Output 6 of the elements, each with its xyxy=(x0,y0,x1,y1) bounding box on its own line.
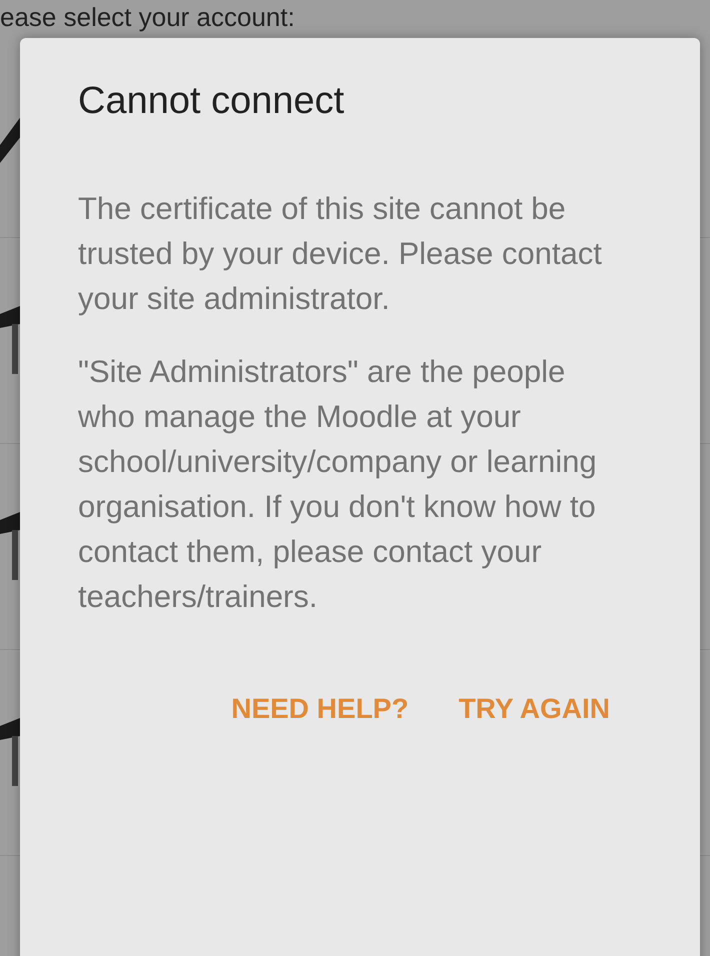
dialog-button[interactable]: TRY AGAIN xyxy=(458,687,610,731)
account-prompt: ease select your account: xyxy=(0,1,295,32)
dialog-title: Cannot connect xyxy=(78,79,346,124)
dialog-message: The certificate of this site cannot be trusted by your device. Please contact your site administrator. xyxy=(78,190,603,318)
dialog-message: "Site Administrators" are the people who manage the Moodle at your school/university/company or learning organisation. If you don't know how to contact them, please contact your teachers/trainers. xyxy=(78,353,598,616)
dialog-button[interactable]: NEED HELP? xyxy=(231,687,409,731)
